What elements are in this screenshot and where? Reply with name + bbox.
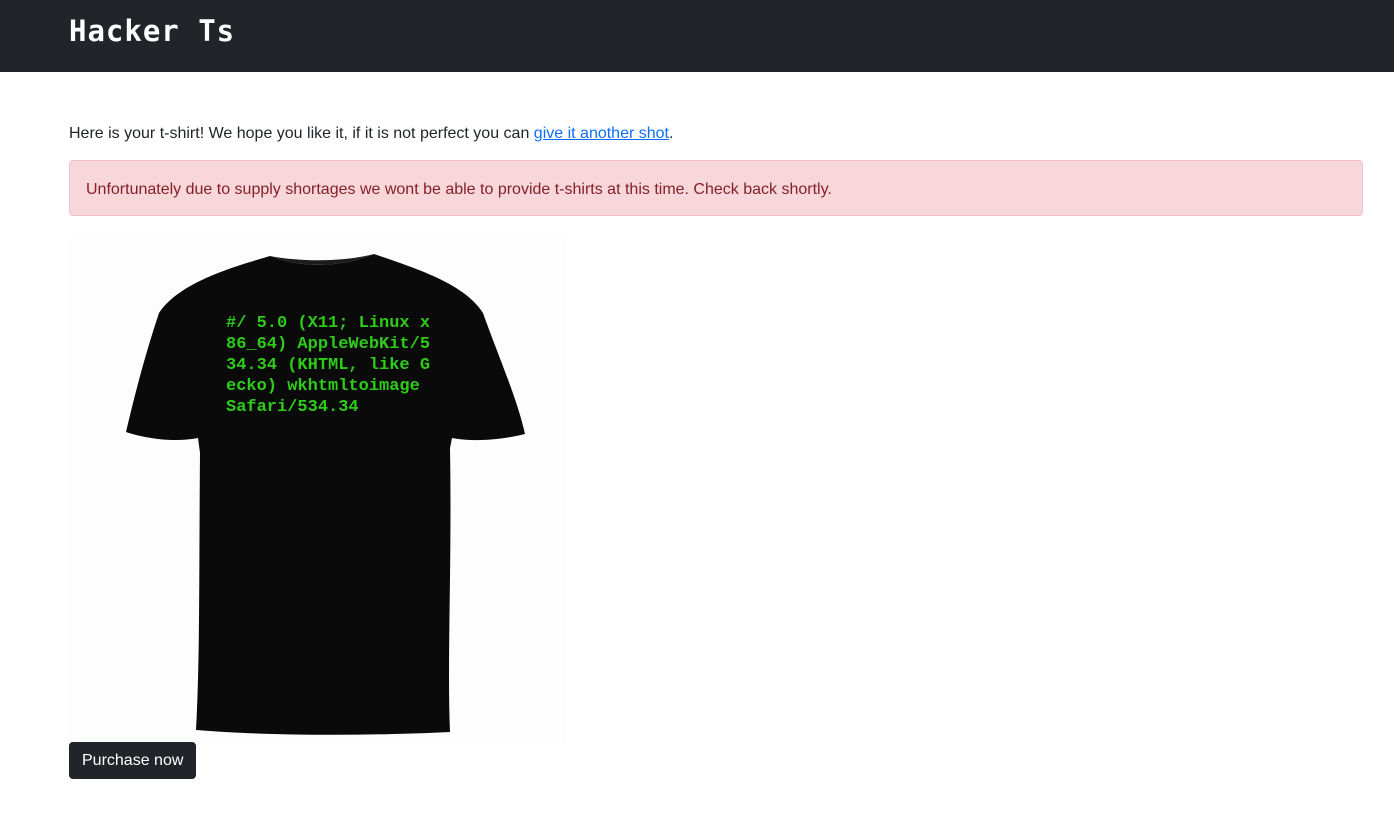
purchase-button[interactable]: Purchase now bbox=[69, 742, 197, 779]
alert-message: Unfortunately due to supply shortages we… bbox=[86, 181, 832, 198]
tshirt-print-text: #/ 5.0 (X11; Linux x86_64) AppleWebKit/5… bbox=[226, 314, 431, 417]
intro-text-end: . bbox=[669, 125, 674, 142]
intro-text: Here is your t-shirt! We hope you like i… bbox=[69, 125, 534, 142]
navbar: Hacker Ts bbox=[0, 0, 1394, 72]
brand-logo[interactable]: Hacker Ts bbox=[69, 13, 235, 49]
tshirt-image: #/ 5.0 (X11; Linux x86_64) AppleWebKit/5… bbox=[69, 238, 566, 743]
intro-paragraph: Here is your t-shirt! We hope you like i… bbox=[69, 122, 673, 146]
retry-link[interactable]: give it another shot bbox=[534, 125, 669, 142]
supply-alert: Unfortunately due to supply shortages we… bbox=[69, 160, 1363, 216]
